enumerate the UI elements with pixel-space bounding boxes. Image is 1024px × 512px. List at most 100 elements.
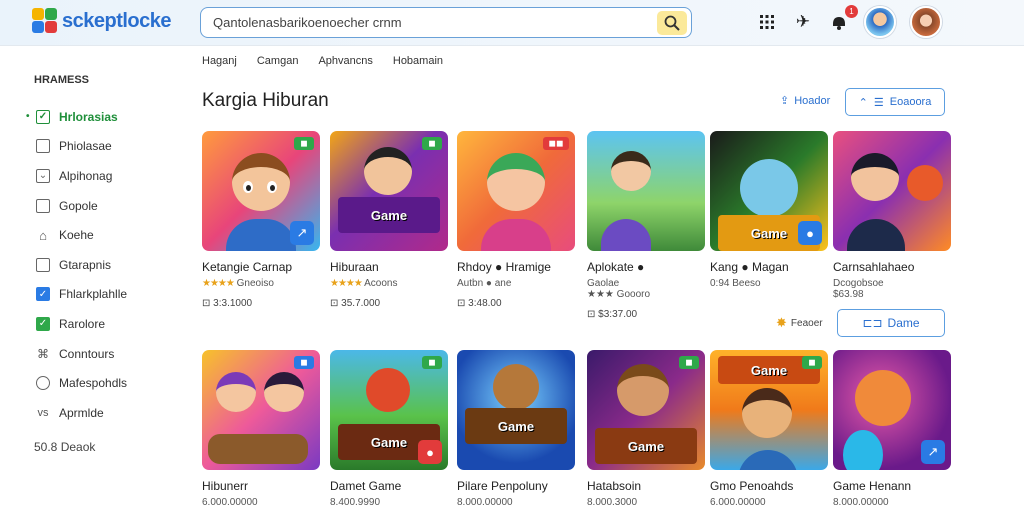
upload-icon: ⇪	[780, 95, 790, 107]
game-thumbnail[interactable]: ↗	[833, 350, 951, 470]
game-controller-icon: ⊏⊐	[862, 316, 883, 330]
game-meta: 6.000.00000	[202, 497, 258, 508]
game-meta: 0:94 Beeso	[710, 278, 761, 289]
game-card[interactable]: Game ◼ Hiburaan ★★★★ Acoons ⊡ 35.7.000	[330, 131, 450, 309]
share-icon[interactable]: ●	[418, 440, 442, 464]
game-card[interactable]: Game ◼ Gmo Penoahds 6.000.00000	[710, 350, 830, 508]
sidebar-item-label: Koehe	[59, 228, 94, 243]
sidebar-item-10[interactable]: vs Aprmlde	[28, 398, 178, 428]
subnav-item[interactable]: Haganj	[202, 55, 237, 67]
sidebar-item-3[interactable]: Gopole	[28, 191, 178, 221]
game-card[interactable]: ◼ Hibunerr 6.000.00000	[202, 350, 322, 508]
sidebar-item-0[interactable]: • ✓ Hrlorasias	[26, 102, 178, 132]
share-icon[interactable]: ↗	[290, 221, 314, 245]
game-button[interactable]: ⊏⊐ Dame	[837, 309, 945, 337]
game-card[interactable]: ↗ Game Henann 8.000.00000	[833, 350, 953, 508]
sidebar-item-1[interactable]: Phiolasae	[28, 132, 178, 162]
sidebar-item-5[interactable]: Gtarapnis	[28, 250, 178, 280]
game-meta: Acoons	[364, 278, 398, 289]
feature-link[interactable]: ✸ Feaoer	[776, 315, 823, 331]
search-input[interactable]: Qantolenasbarikoenoecher crnm	[213, 15, 657, 30]
profile-avatar[interactable]	[910, 6, 942, 38]
section-link[interactable]: ⇪ Hoador	[780, 94, 831, 108]
character-face	[855, 370, 911, 426]
tag-icon: ⊡	[587, 309, 596, 320]
corner-badge: ◼	[422, 137, 442, 150]
game-thumbnail[interactable]: Game ◼ ●	[330, 350, 448, 470]
search-bar[interactable]: Qantolenasbarikoenoecher crnm	[200, 7, 692, 38]
price-value: 35.7.000	[341, 298, 381, 309]
subnav-item[interactable]: Aphvancns	[318, 55, 372, 67]
search-button[interactable]	[657, 10, 687, 35]
game-meta: 8.000.00000	[833, 497, 889, 508]
section-button[interactable]: ⌃ ☰ Eoaoora	[845, 88, 945, 116]
sidebar-item-label: Phiolasae	[59, 139, 112, 154]
game-title: Hatabsoin	[587, 479, 642, 493]
game-card[interactable]: ◼◼ Rhdoy ● Hramige Autbn ● ane ⊡ 3:48.00	[457, 131, 577, 309]
doc-icon	[36, 139, 50, 154]
subnav-item[interactable]: Hobamain	[393, 55, 443, 67]
game-thumbnail[interactable]: Game	[457, 350, 575, 470]
game-thumbnail[interactable]	[587, 131, 705, 251]
character-face	[617, 364, 669, 416]
game-banner: Game	[338, 197, 440, 233]
game-card[interactable]: ◼ ↗ Ketangie Carnap ★★★★ Gneoiso ⊡ 3:3.1…	[202, 131, 322, 309]
sidebar-item-6[interactable]: ✓ Fhlarkplahlle	[28, 280, 178, 310]
sidebar-item-9[interactable]: Mafespohdls	[28, 368, 178, 398]
character-face	[364, 147, 412, 195]
grid-icon[interactable]	[756, 11, 778, 33]
game-title: Kang ● Magan	[710, 260, 789, 274]
game-title: Gmo Penoahds	[710, 479, 794, 493]
game-title: Pilare Penpoluny	[457, 479, 548, 493]
price-value: 3:48.00	[468, 298, 502, 309]
character-face	[742, 388, 792, 438]
chevron-up-icon: ⌃	[858, 96, 868, 109]
game-thumbnail[interactable]	[833, 131, 951, 251]
character-face	[487, 153, 545, 211]
game-card[interactable]: Carnsahlahaeo Dcogobsoe $63.98	[833, 131, 953, 300]
share-icon[interactable]: ↗	[921, 440, 945, 464]
game-thumbnail[interactable]: Game ◼	[330, 131, 448, 251]
game-meta: 8.000.00000	[457, 497, 513, 508]
character-body	[481, 219, 551, 251]
game-thumbnail[interactable]: Game ◼	[587, 350, 705, 470]
character-face	[232, 153, 290, 211]
game-card[interactable]: Aplokate ● Gaolae ★★★ Goooro ⊡ $3:37.00	[587, 131, 707, 320]
character-body	[847, 219, 905, 251]
logo-icon	[32, 8, 58, 34]
share-icon[interactable]: ●	[798, 221, 822, 245]
game-thumbnail[interactable]: ◼◼	[457, 131, 575, 251]
game-card[interactable]: Game ◼ Hatabsoin 8.000.3000	[587, 350, 707, 508]
character-face	[740, 159, 798, 217]
game-rating: ★★★★ Gneoiso	[202, 278, 322, 289]
sidebar-item-4[interactable]: ⌂ Koehe	[28, 220, 178, 250]
controller-icon[interactable]: ✈	[792, 11, 814, 33]
game-meta: 6.000.00000	[710, 497, 766, 508]
game-thumbnail[interactable]: ◼ ↗	[202, 131, 320, 251]
link-icon: ⌘	[37, 346, 49, 361]
sidebar-item-label: Mafespohdls	[59, 376, 128, 391]
game-card[interactable]: Game ◼ ● Damet Game 8.400.9990	[330, 350, 450, 508]
character-face	[611, 151, 651, 191]
section-link-label: Hoador	[794, 94, 831, 107]
notification-icon[interactable]: 1	[828, 5, 858, 33]
game-card[interactable]: Game Pilare Penpoluny 8.000.00000	[457, 350, 577, 508]
game-thumbnail[interactable]: ◼	[202, 350, 320, 470]
character-face	[493, 364, 539, 410]
user-avatar[interactable]	[864, 6, 896, 38]
subnav-item[interactable]: Camgan	[257, 55, 299, 67]
sidebar-item-label: Alpihonag	[59, 168, 113, 183]
game-meta: Gaolae ★★★ Goooro	[587, 278, 707, 300]
sidebar-item-7[interactable]: ✓ Rarolore	[28, 309, 178, 339]
game-thumbnail[interactable]: Game ●	[710, 131, 828, 251]
stars-icon: ★★★★	[202, 278, 235, 289]
notification-badge: 1	[845, 5, 858, 18]
creature-face	[907, 165, 943, 201]
sidebar-footer[interactable]: 50.8 Deaok	[34, 440, 178, 454]
game-card[interactable]: Game ● Kang ● Magan 0:94 Beeso	[710, 131, 830, 289]
sidebar-item-8[interactable]: ⌘ Conntours	[28, 339, 178, 369]
game-thumbnail[interactable]: Game ◼	[710, 350, 828, 470]
app-logo[interactable]: sckeptlocke	[32, 8, 172, 34]
sidebar-item-2[interactable]: ⌄ Alpihonag	[28, 161, 178, 191]
tag-icon: ⊡	[330, 298, 339, 309]
